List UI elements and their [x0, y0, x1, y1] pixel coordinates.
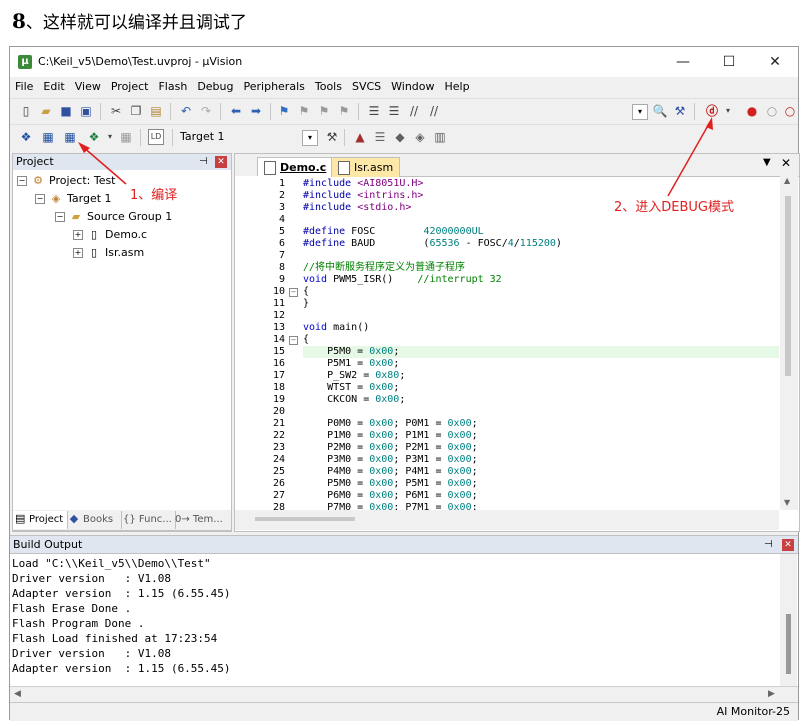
compile-arrow: [81, 145, 127, 185]
debug-annotation: 2、进入DEBUG模式: [614, 200, 735, 215]
compile-annotation: 1、编译: [130, 188, 178, 203]
annotation-arrows: [78, 117, 713, 197]
debug-arrow: [667, 121, 711, 197]
